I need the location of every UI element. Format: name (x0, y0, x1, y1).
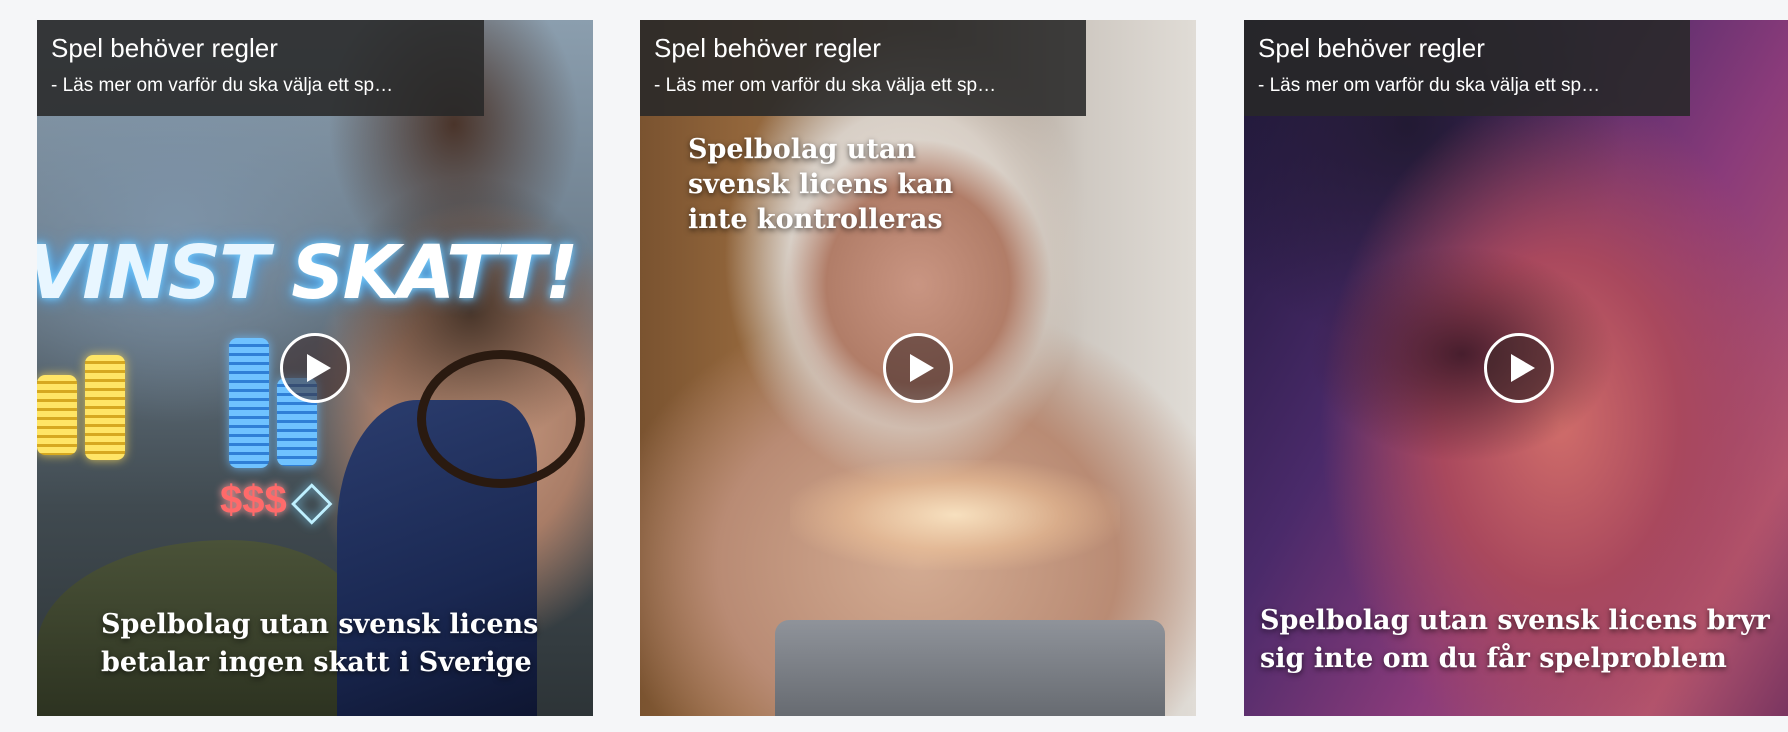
video-title-overlay: Spel behöver regler - Läs mer om varför … (640, 20, 1086, 116)
neon-graphic-text: VINST SKATT! (37, 230, 579, 316)
caption-line: betalar ingen skatt i Sverige (101, 647, 532, 678)
video-caption: Spelbolag utan svensk licens betalar ing… (101, 606, 538, 682)
video-card-3[interactable]: Spel behöver regler - Läs mer om varför … (1244, 20, 1788, 716)
caption-line: svensk licens kan (688, 169, 954, 200)
thumbnail-laptop (775, 620, 1165, 716)
play-icon[interactable] (1484, 333, 1554, 403)
video-card-1[interactable]: $$$ ◇ VINST SKATT! Spel behöver regler -… (37, 20, 593, 716)
diamond-icon: ◇ (291, 470, 333, 530)
video-title: Spel behöver regler (51, 33, 278, 63)
video-subtitle: - Läs mer om varför du ska välja ett sp… (1258, 75, 1601, 96)
play-icon[interactable] (280, 333, 350, 403)
video-card-2[interactable]: Spel behöver regler - Läs mer om varför … (640, 20, 1196, 716)
caption-line: Spelbolag utan svensk licens (101, 609, 539, 640)
thumbnail-glasses (417, 350, 585, 488)
caption-line: sig inte om du får spelproblem (1260, 643, 1727, 674)
video-grid: $$$ ◇ VINST SKATT! Spel behöver regler -… (0, 0, 1788, 732)
video-caption: Spelbolag utan svensk licens bryr sig in… (1260, 602, 1770, 678)
caption-line: Spelbolag utan svensk licens bryr (1260, 605, 1770, 636)
caption-line: Spelbolag utan (688, 134, 916, 165)
neon-word-skatt: SKATT! (291, 230, 578, 316)
blue-coin-stack-icon (229, 338, 269, 468)
video-subtitle: - Läs mer om varför du ska välja ett sp… (654, 75, 997, 96)
video-subtitle: - Läs mer om varför du ska välja ett sp… (51, 75, 394, 96)
dollar-signs-icon: $$$ (220, 478, 287, 522)
video-title-overlay: Spel behöver regler - Läs mer om varför … (1244, 20, 1690, 116)
thumbnail-light-glow (790, 460, 1120, 570)
neon-word-vinst: VINST (37, 230, 270, 316)
gold-coin-stack-icon (37, 375, 77, 455)
play-icon[interactable] (883, 333, 953, 403)
video-title: Spel behöver regler (654, 33, 881, 63)
video-title-overlay: Spel behöver regler - Läs mer om varför … (37, 20, 484, 116)
caption-line: inte kontrolleras (688, 204, 943, 235)
video-title: Spel behöver regler (1258, 33, 1485, 63)
video-caption: Spelbolag utan svensk licens kan inte ko… (688, 132, 953, 237)
gold-coin-stack-icon (85, 355, 125, 460)
